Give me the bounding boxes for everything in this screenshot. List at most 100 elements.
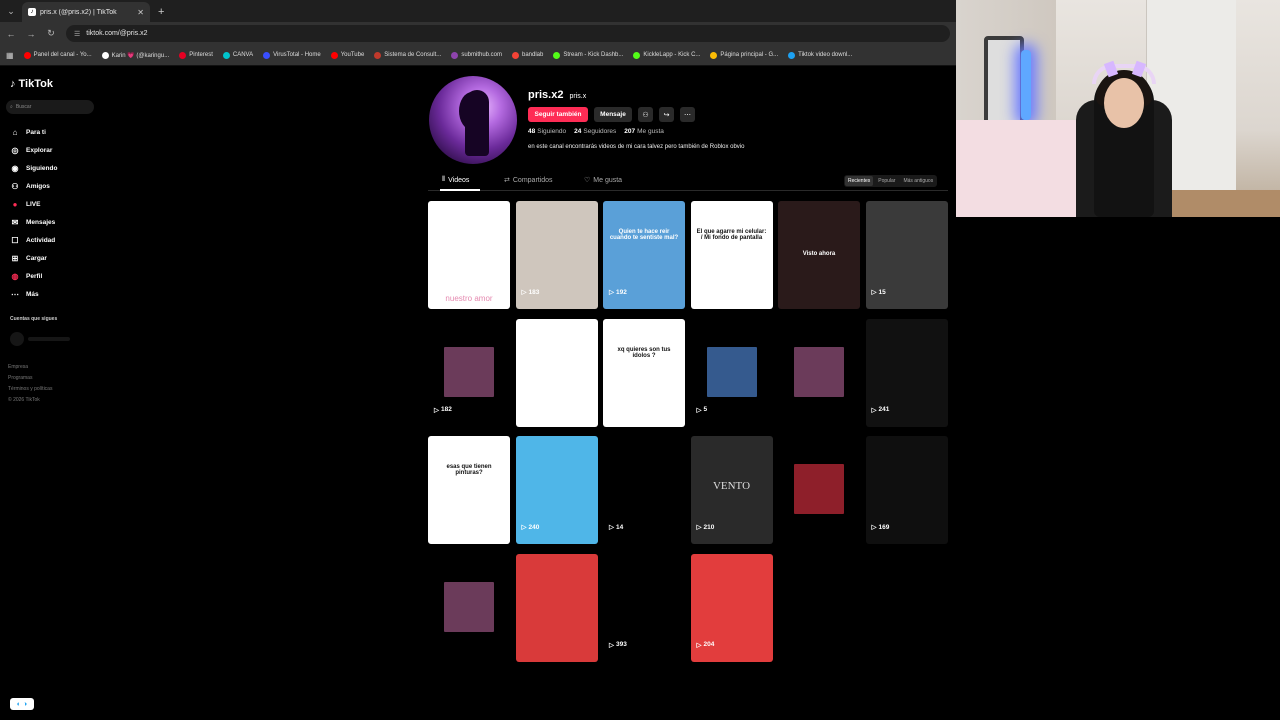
sidebar-item-amigos[interactable]: ⚇ Amigos xyxy=(10,177,57,195)
video-thumbnail[interactable]: ▷ 241 xyxy=(865,318,948,427)
add-friend-icon[interactable]: ⚇ xyxy=(638,107,653,122)
new-tab-button[interactable]: + xyxy=(158,6,164,18)
bookmark-label: KickleLapp - Kick C... xyxy=(643,52,701,58)
follow-button[interactable]: Seguir también xyxy=(528,107,588,122)
view-count-value: 393 xyxy=(616,641,627,648)
sidebar-item-label: Más xyxy=(26,290,39,298)
followers-stat[interactable]: 24 Seguidores xyxy=(574,128,616,135)
url-field[interactable]: ☰ tiktok.com/@pris.x2 xyxy=(66,25,950,42)
tab-videos[interactable]: ⦀ Videos xyxy=(442,176,469,184)
profile-nickname: pris.x xyxy=(569,93,587,100)
sidebar-item-siguiendo[interactable]: ◉ Siguiendo xyxy=(10,159,58,177)
search-input[interactable]: ⌕ Buscar xyxy=(6,100,94,114)
video-thumbnail[interactable]: nuestro amor xyxy=(428,201,510,309)
apps-grid-icon[interactable]: ▦ xyxy=(6,51,14,60)
bookmark-item[interactable]: KickleLapp - Kick C... xyxy=(633,51,701,59)
video-thumbnail[interactable] xyxy=(428,553,510,662)
video-overlay-text: esas que tienen pinturas? xyxy=(446,464,492,476)
sidebar-item-actividad[interactable]: ☐ Actividad xyxy=(10,231,57,249)
bookmark-item[interactable]: Sistema de Consult... xyxy=(374,51,441,59)
sidebar-item-mensajes[interactable]: ✉ Mensajes xyxy=(10,213,57,231)
video-thumbnail[interactable]: ▷ 169 xyxy=(865,436,948,544)
theme-toggle[interactable]: ◐ ◑ xyxy=(10,698,34,710)
sidebar-item-para-ti[interactable]: ⌂ Para ti xyxy=(10,123,57,141)
bookmark-item[interactable]: Karin 💗 (@karingu... xyxy=(101,51,170,59)
tab-liked[interactable]: ♡ Me gusta xyxy=(584,176,622,185)
sidebar-item-perfil[interactable]: ◍ Perfil xyxy=(10,267,57,285)
footer-link[interactable]: Términos y políticas xyxy=(8,384,52,395)
video-thumbnail[interactable]: Quien te hace reir cuando te sentiste ma… xyxy=(603,201,685,309)
video-thumbnail[interactable]: ▷ 183 xyxy=(515,201,598,309)
view-count: ▷ 240 xyxy=(521,523,540,532)
sidebar-item-explorar[interactable]: ◎ Explorar xyxy=(10,141,57,159)
play-icon: ▷ xyxy=(434,406,439,414)
bookmark-item[interactable]: Página principal - G... xyxy=(710,51,778,59)
play-icon: ▷ xyxy=(871,524,877,531)
following-icon: ◉ xyxy=(11,163,19,173)
bookmark-item[interactable]: CANVA xyxy=(222,51,253,59)
bookmark-item[interactable]: Stream - Kick Dashb... xyxy=(553,51,623,59)
sort-recent[interactable]: Recientes xyxy=(845,176,874,186)
share-icon[interactable]: ↪ xyxy=(659,107,674,122)
video-thumbnail[interactable]: VENTO ▷ 210 xyxy=(690,436,773,544)
search-placeholder: Buscar xyxy=(15,104,32,110)
repost-icon: ⇄ xyxy=(504,177,510,184)
sidebar-item-más[interactable]: ⋯ Más xyxy=(10,285,57,303)
sort-oldest[interactable]: Más antiguos xyxy=(900,176,936,186)
video-thumbnail[interactable]: xq quieres son tus ídolos ? xyxy=(603,318,685,427)
forward-icon[interactable]: → xyxy=(26,29,36,39)
following-stat[interactable]: 48 Siguiendo xyxy=(528,128,566,135)
bookmark-item[interactable]: Pinterest xyxy=(179,51,213,59)
bookmark-item[interactable]: bandlab xyxy=(512,51,543,59)
play-icon: ▷ xyxy=(521,524,527,531)
sidebar-item-label: Explorar xyxy=(26,146,53,154)
close-tab-icon[interactable]: ✕ xyxy=(137,8,144,17)
play-icon: ▷ xyxy=(609,289,614,296)
sidebar-item-label: Mensajes xyxy=(26,218,56,226)
message-button[interactable]: Mensaje xyxy=(594,107,632,122)
url-text: tiktok.com/@pris.x2 xyxy=(86,30,148,37)
video-thumbnail[interactable]: ▷ 240 xyxy=(515,436,598,544)
bookmark-item[interactable]: YouTube xyxy=(330,51,364,59)
avatar[interactable] xyxy=(429,76,517,164)
footer-link[interactable]: Empresa xyxy=(8,362,52,373)
video-thumbnail[interactable]: El que agarre mi celular: / Mi fondo de … xyxy=(690,201,773,309)
video-thumbnail[interactable]: Visto ahora xyxy=(778,201,860,309)
more-options-icon[interactable]: ⋯ xyxy=(680,107,695,122)
tab-reposts[interactable]: ⇄ Compartidos xyxy=(504,176,553,185)
bookmark-label: Pinterest xyxy=(189,52,213,58)
video-thumbnail[interactable] xyxy=(778,436,860,544)
video-thumbnail[interactable]: ▷ 15 xyxy=(865,201,948,309)
video-thumbnail[interactable] xyxy=(515,318,598,427)
bookmark-favicon-icon xyxy=(374,51,382,59)
video-thumbnail[interactable]: ▷ 5 xyxy=(690,318,773,427)
video-thumbnail[interactable]: ▷ 204 xyxy=(690,553,773,662)
bookmark-label: Tiktok video downl... xyxy=(798,52,853,58)
address-bar: ← → ↻ ☰ tiktok.com/@pris.x2 xyxy=(0,22,956,45)
tiktok-logo[interactable]: ♪ TikTok xyxy=(10,78,53,90)
video-thumbnail[interactable]: ▷ 182 xyxy=(428,318,510,427)
bookmark-item[interactable]: submithub.com xyxy=(451,51,502,59)
sidebar-item-live[interactable]: ● LIVE xyxy=(10,195,57,213)
video-thumbnail[interactable] xyxy=(515,553,598,662)
back-icon[interactable]: ← xyxy=(6,29,16,39)
video-thumbnail[interactable]: esas que tienen pinturas? xyxy=(428,436,510,544)
video-thumbnail[interactable]: ▷ 393 xyxy=(603,553,685,662)
video-thumbnail[interactable] xyxy=(778,318,860,427)
bookmark-favicon-icon xyxy=(179,51,187,59)
bookmark-item[interactable]: Panel del canal - Yo... xyxy=(23,51,92,59)
reload-icon[interactable]: ↻ xyxy=(46,28,56,39)
sort-popular[interactable]: Popular xyxy=(875,176,898,186)
sidebar-item-cargar[interactable]: ⊞ Cargar xyxy=(10,249,57,267)
play-icon: ▷ xyxy=(696,524,702,531)
browser-tab[interactable]: ♪ pris.x (@pris.x2) | TikTok ✕ xyxy=(22,2,150,22)
bookmark-item[interactable]: VirusTotal - Home xyxy=(263,51,321,59)
bookmark-item[interactable]: Tiktok video downl... xyxy=(788,51,853,59)
tab-search-icon[interactable]: ⌄ xyxy=(4,4,18,18)
bookmark-label: submithub.com xyxy=(461,52,502,58)
site-info-icon[interactable]: ☰ xyxy=(74,30,80,38)
bookmark-label: Karin 💗 (@karingu... xyxy=(111,52,170,59)
video-thumbnail[interactable]: ▷ 14 xyxy=(603,436,685,544)
heart-outline-icon: ♡ xyxy=(584,177,591,184)
footer-link[interactable]: Programas xyxy=(8,373,52,384)
